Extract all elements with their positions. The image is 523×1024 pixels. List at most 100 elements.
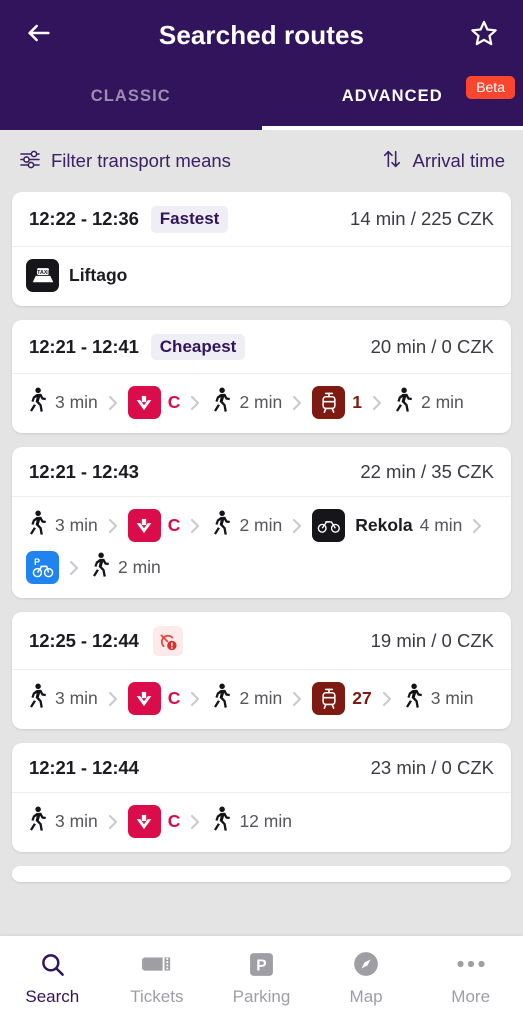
bike-parking-icon: P — [26, 551, 59, 585]
route-leg-walk: 2 min — [89, 552, 161, 583]
route-summary: 23 min / 0 CZK — [370, 757, 494, 779]
nav-item-label: More — [451, 987, 491, 1006]
route-badge: Cheapest — [150, 333, 246, 361]
ellipsis-icon — [456, 948, 486, 980]
leg-separator — [180, 689, 210, 709]
route-leg-walk: 3 min — [402, 683, 474, 714]
favorite-button[interactable] — [465, 16, 503, 54]
route-card[interactable]: 12:21 - 12:43 22 min / 35 CZK 3 min C 2 min R… — [12, 447, 511, 599]
bottom-navigation: Search Tickets P Parking Map More — [0, 936, 523, 1024]
service-alert-icon[interactable] — [152, 626, 183, 657]
walking-icon — [210, 387, 232, 418]
leg-separator — [282, 516, 312, 536]
leg-duration: 3 min — [55, 515, 98, 536]
route-card-header: 12:21 - 12:43 22 min / 35 CZK — [12, 447, 511, 498]
sort-button[interactable]: Arrival time — [381, 148, 505, 175]
app-bar: Searched routes CLASSIC ADVANCED Beta — [0, 0, 523, 130]
leg-separator — [282, 393, 312, 413]
route-leg-provider: Rekola 4 min — [312, 509, 463, 543]
route-time-range: 12:22 - 12:36 — [29, 208, 139, 230]
tab-classic[interactable]: CLASSIC — [0, 70, 262, 130]
route-leg-walk: 3 min — [26, 683, 98, 714]
tram-icon — [312, 682, 346, 716]
nav-item-tickets[interactable]: Tickets — [105, 948, 210, 1007]
route-card-partial[interactable] — [12, 866, 511, 883]
route-leg-provider: TAXI Liftago — [26, 258, 127, 292]
provider-name: Rekola — [355, 515, 413, 536]
transit-line-number: C — [167, 811, 181, 832]
leg-duration: 2 min — [118, 557, 161, 578]
route-legs: 3 min C 12 min — [12, 793, 511, 852]
transit-line-number: C — [167, 392, 181, 413]
route-time-range: 12:21 - 12:44 — [29, 757, 139, 779]
route-card[interactable]: 12:21 - 12:41 Cheapest 20 min / 0 CZK 3 min… — [12, 319, 511, 434]
route-leg-walk: 2 min — [210, 510, 282, 541]
leg-duration: 3 min — [55, 688, 98, 709]
leg-separator — [362, 393, 392, 413]
nav-item-search[interactable]: Search — [0, 948, 105, 1007]
back-button[interactable] — [20, 16, 58, 54]
leg-duration: 2 min — [239, 688, 283, 709]
ticket-icon — [141, 948, 172, 980]
transit-line-number: C — [167, 688, 181, 709]
beta-badge: Beta — [466, 76, 515, 99]
transit-line-number: 1 — [352, 392, 362, 413]
sort-label: Arrival time — [412, 150, 505, 171]
leg-duration: 4 min — [419, 515, 463, 536]
walking-icon — [26, 510, 48, 541]
walking-icon — [26, 683, 48, 714]
tab-bar: CLASSIC ADVANCED Beta — [0, 70, 523, 130]
star-outline-icon — [470, 19, 498, 52]
walking-icon — [210, 683, 232, 714]
leg-duration: 3 min — [430, 688, 474, 709]
route-legs: 3 min C 2 min 1 2 min — [12, 374, 511, 433]
route-card[interactable]: 12:21 - 12:44 23 min / 0 CZK 3 min C 12 min — [12, 743, 511, 853]
filter-bar: Filter transport means Arrival time — [0, 130, 523, 192]
leg-separator — [180, 516, 210, 536]
leg-separator — [282, 689, 312, 709]
leg-separator — [372, 689, 402, 709]
compass-icon — [352, 948, 380, 980]
route-leg-walk: 3 min — [26, 387, 98, 418]
route-summary: 14 min / 225 CZK — [350, 208, 494, 230]
leg-duration: 12 min — [239, 811, 292, 832]
sliders-icon — [18, 147, 42, 176]
route-list[interactable]: 12:22 - 12:36 Fastest 14 min / 225 CZK TAXI… — [0, 192, 523, 936]
filter-transport-button[interactable]: Filter transport means — [18, 147, 231, 176]
route-card-header: 12:22 - 12:36 Fastest 14 min / 225 CZK — [12, 192, 511, 247]
route-leg-walk: 2 min — [210, 387, 282, 418]
route-summary: 20 min / 0 CZK — [370, 335, 494, 357]
transit-line-number: 27 — [352, 688, 372, 709]
route-summary: 22 min / 35 CZK — [360, 461, 494, 483]
nav-item-parking[interactable]: P Parking — [209, 948, 314, 1007]
search-icon — [39, 948, 66, 980]
route-leg-walk: 3 min — [26, 510, 98, 541]
tab-classic-label: CLASSIC — [90, 86, 171, 105]
walking-icon — [210, 806, 232, 837]
route-card[interactable]: 12:25 - 12:44 19 min / 0 CZK 3 min C 2 min 27… — [12, 612, 511, 730]
route-leg-walk: 2 min — [210, 683, 282, 714]
route-card[interactable]: 12:22 - 12:36 Fastest 14 min / 225 CZK TAXI… — [12, 192, 511, 306]
sort-arrows-icon — [381, 148, 403, 175]
nav-item-more[interactable]: More — [418, 948, 523, 1007]
tab-advanced[interactable]: ADVANCED Beta — [261, 70, 523, 130]
route-leg-bike-parking: P — [26, 551, 59, 585]
leg-separator — [180, 812, 210, 832]
metro-icon — [127, 386, 161, 420]
metro-icon — [127, 805, 161, 839]
route-legs: 3 min C 2 min 27 3 min — [12, 670, 511, 729]
leg-separator — [462, 516, 492, 536]
leg-duration: 3 min — [55, 811, 98, 832]
nav-item-map[interactable]: Map — [314, 948, 419, 1007]
nav-item-label: Search — [25, 987, 80, 1006]
nav-item-label: Map — [349, 987, 383, 1006]
leg-separator — [98, 812, 128, 832]
leg-duration: 2 min — [239, 515, 283, 536]
svg-text:P: P — [34, 556, 40, 566]
route-leg-metro: C — [127, 386, 181, 420]
tab-advanced-label: ADVANCED — [341, 86, 443, 105]
route-card-header: 12:25 - 12:44 19 min / 0 CZK — [12, 612, 511, 671]
leg-duration: 2 min — [420, 392, 464, 413]
route-card-header: 12:21 - 12:41 Cheapest 20 min / 0 CZK — [12, 320, 511, 375]
leg-separator — [59, 558, 89, 578]
